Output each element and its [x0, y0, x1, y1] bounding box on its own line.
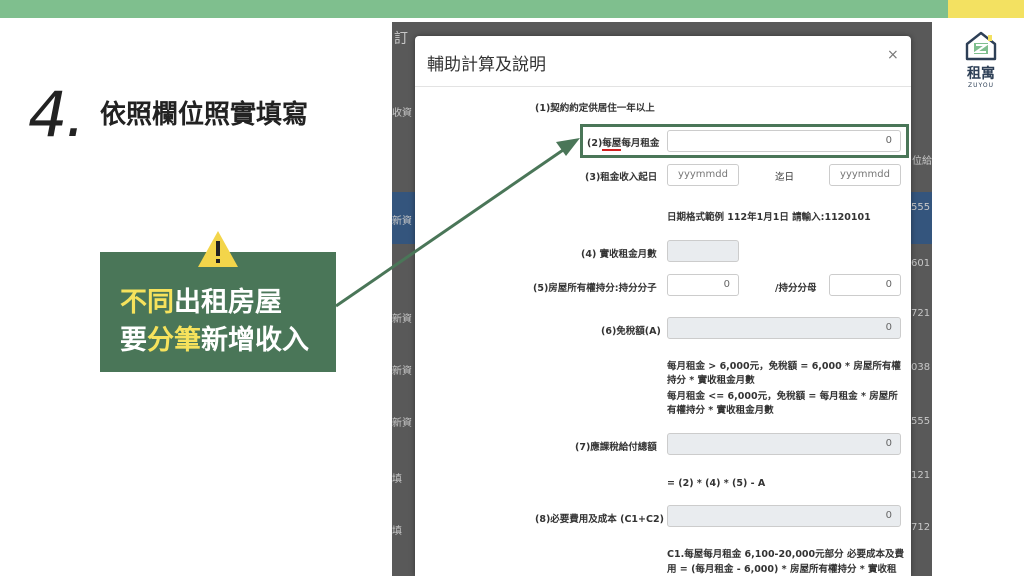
pointer-arrow-icon — [335, 138, 580, 308]
